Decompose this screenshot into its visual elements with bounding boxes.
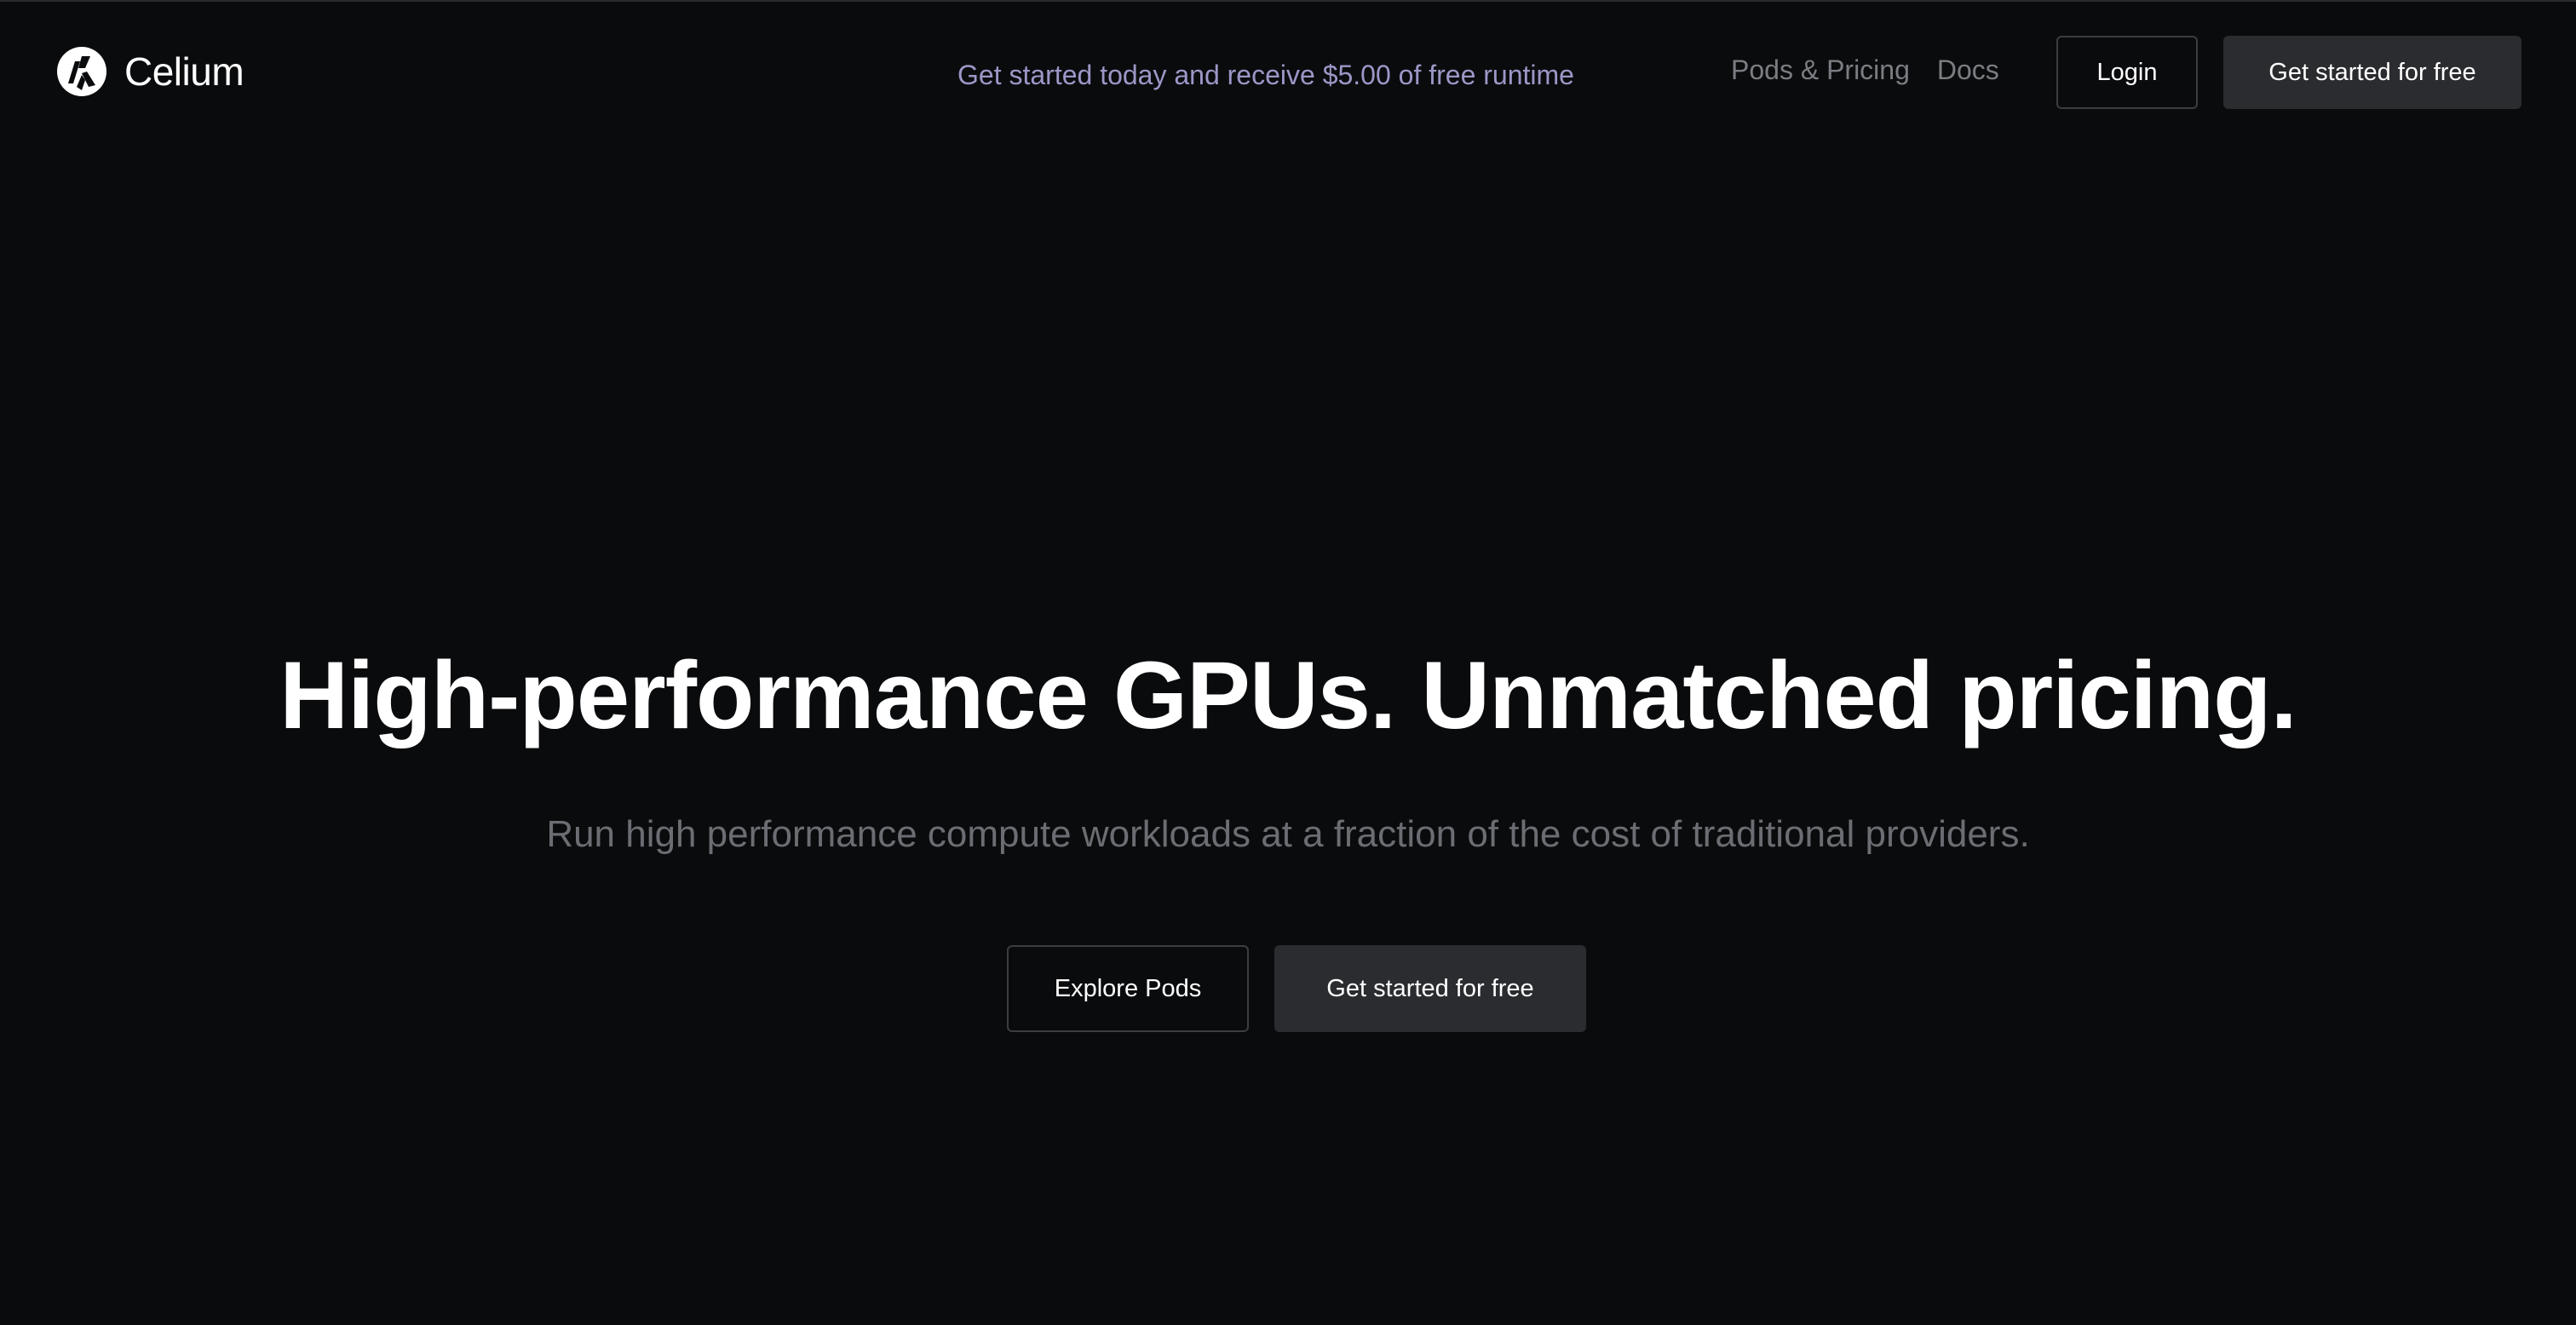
brand-name: Celium: [124, 49, 244, 94]
hero-get-started-button[interactable]: Get started for free: [1274, 945, 1586, 1032]
nav-link-pods-pricing[interactable]: Pods & Pricing: [1731, 54, 1910, 86]
login-button[interactable]: Login: [2056, 36, 2198, 109]
celium-logo-icon: [57, 47, 106, 96]
nav-link-docs[interactable]: Docs: [1937, 54, 1999, 86]
hero-subtitle: Run high performance compute workloads a…: [546, 813, 2030, 855]
header-get-started-button[interactable]: Get started for free: [2223, 36, 2521, 109]
brand-home-link[interactable]: Celium: [56, 44, 244, 99]
landing-page: Celium Get started today and receive $5.…: [0, 0, 2576, 1325]
main-nav: Pods & Pricing Docs: [1731, 54, 1999, 86]
explore-pods-button[interactable]: Explore Pods: [1007, 945, 1249, 1032]
hero-title: High-performance GPUs. Unmatched pricing…: [279, 642, 2297, 749]
promo-banner-text: Get started today and receive $5.00 of f…: [957, 60, 1574, 90]
site-header: Celium Get started today and receive $5.…: [0, 2, 2576, 146]
